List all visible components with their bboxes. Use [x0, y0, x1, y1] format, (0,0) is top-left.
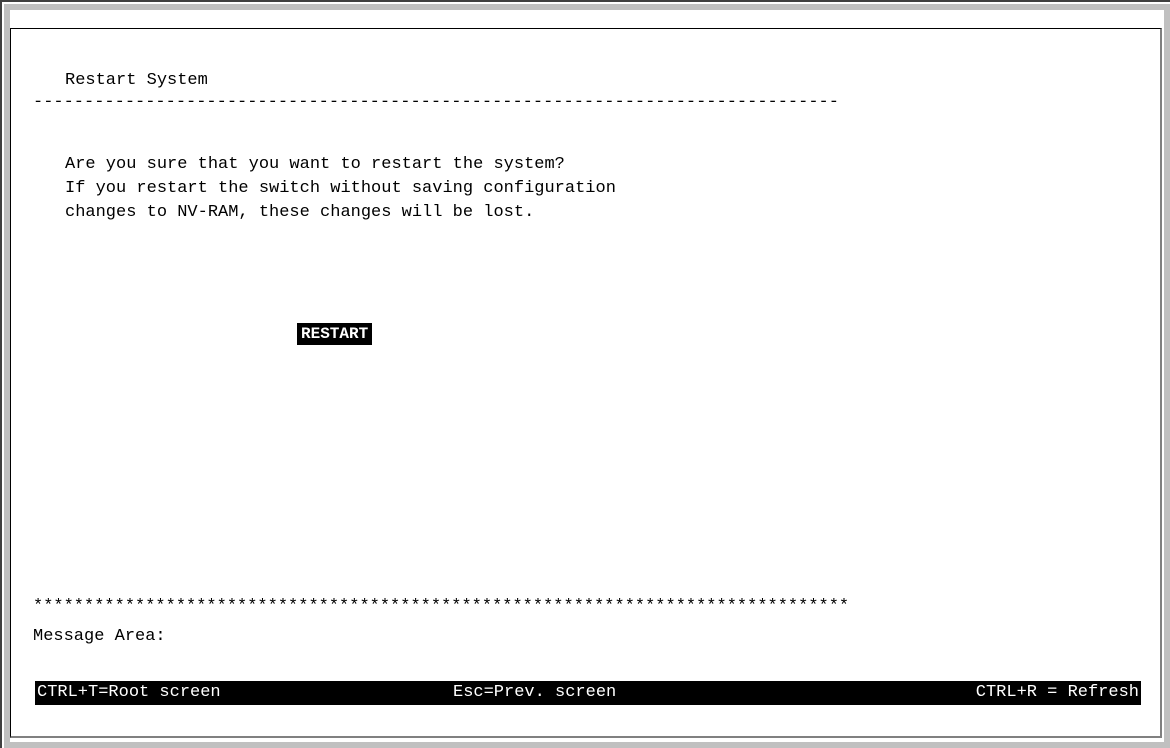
status-bar: CTRL+T=Root screen Esc=Prev. screen CTRL… [35, 681, 1141, 705]
terminal-screen: Restart System -------------------------… [10, 28, 1162, 738]
message-area-separator: ****************************************… [33, 597, 850, 616]
confirm-message-line-2: If you restart the switch without saving… [65, 179, 616, 198]
prev-screen-hint[interactable]: Esc=Prev. screen [453, 681, 616, 705]
confirm-message-line-1: Are you sure that you want to restart th… [65, 155, 565, 174]
title-separator: ----------------------------------------… [33, 93, 839, 112]
confirm-message-line-3: changes to NV-RAM, these changes will be… [65, 203, 535, 222]
refresh-hint[interactable]: CTRL+R = Refresh [976, 681, 1139, 705]
restart-button[interactable]: RESTART [297, 323, 373, 345]
message-area-label: Message Area: [33, 627, 166, 646]
root-screen-hint[interactable]: CTRL+T=Root screen [37, 681, 221, 705]
page-title: Restart System [65, 71, 208, 90]
